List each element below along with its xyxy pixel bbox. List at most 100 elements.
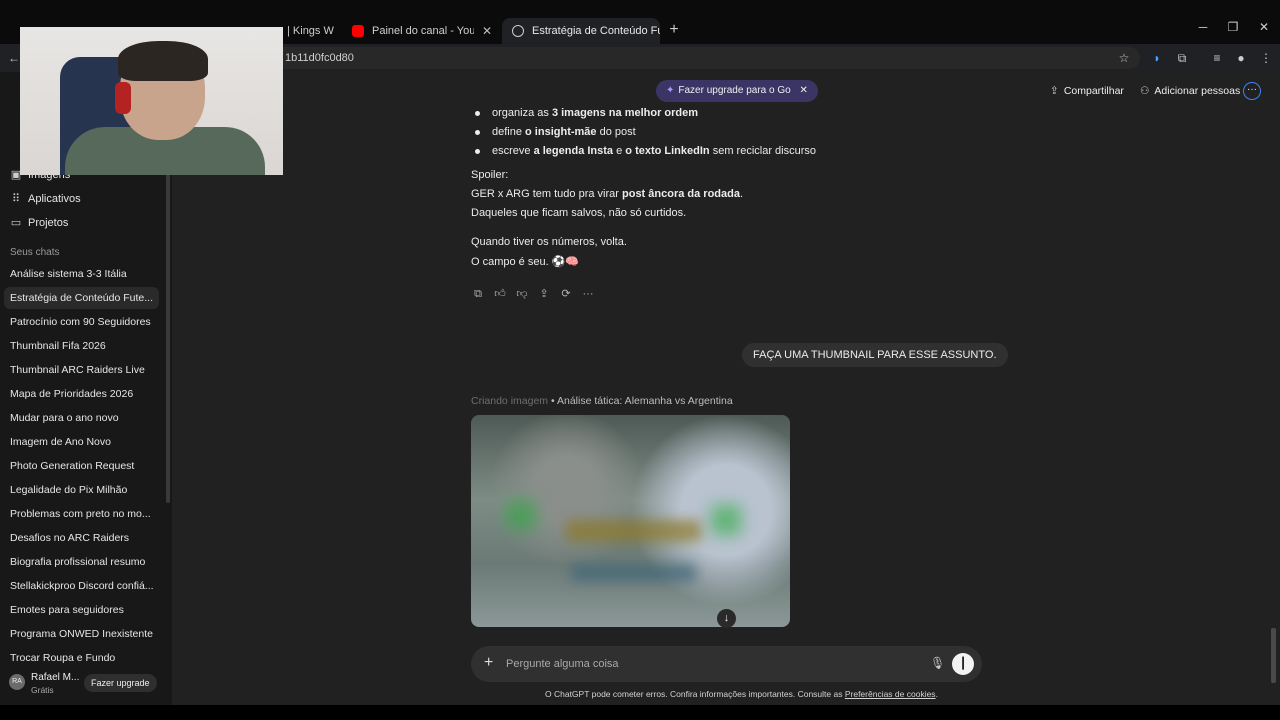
bold-text: post âncora da rodada (622, 188, 740, 200)
chat-item[interactable]: Problemas com preto no mo... (4, 503, 159, 525)
list-item: organiza as 3 imagens na melhor ordem (492, 107, 698, 119)
chat-item[interactable]: Emotes para seguidores (4, 599, 159, 621)
more-options-icon[interactable]: ··· (1243, 82, 1261, 100)
text: GER x ARG tem tudo pra virar (471, 188, 622, 200)
share-icon: ⇪ (1050, 85, 1059, 97)
chats-section-title: Seus chats (10, 247, 60, 258)
list-item: define o insight-mãe do post (492, 126, 636, 138)
sidebar-item-apps[interactable]: ⠿ Aplicativos (10, 192, 81, 205)
bold-text: a legenda Insta (533, 145, 614, 157)
copy-icon[interactable]: ⧉ (471, 287, 485, 301)
scroll-down-icon[interactable]: ↓ (717, 609, 736, 628)
chat-item[interactable]: Análise sistema 3-3 Itália (4, 263, 159, 285)
user-account[interactable]: RA Rafael M... Grátis Fazer upgrade (0, 665, 172, 705)
share-button[interactable]: ⇪ Compartilhar (1050, 85, 1124, 97)
user-plan: Grátis (31, 685, 54, 695)
chat-item[interactable]: Biografia profissional resumo (4, 551, 159, 573)
url-text[interactable]: 1b11d0fc0d80 (285, 52, 354, 64)
avatar: RA (9, 674, 25, 690)
message-actions: ⧉ 👍︎ 👎︎ ⇪ ⟳ ··· (471, 287, 595, 301)
sidebar-item-label: Projetos (28, 217, 69, 229)
generated-image-placeholder[interactable] (471, 415, 790, 627)
share-icon[interactable]: ⇪ (537, 287, 551, 301)
blur-shape (566, 520, 701, 542)
more-icon[interactable]: ··· (581, 287, 595, 301)
regenerate-icon[interactable]: ⟳ (559, 287, 573, 301)
chat-item[interactable]: Patrocínio com 90 Seguidores (4, 311, 159, 333)
minimize-icon[interactable]: ─ (1193, 20, 1213, 34)
share-label: Compartilhar (1063, 85, 1124, 97)
upgrade-button[interactable]: Fazer upgrade (84, 674, 157, 692)
restore-icon[interactable]: ❐ (1223, 20, 1243, 34)
bullet-dot (475, 149, 480, 154)
bottom-strip (0, 705, 1280, 720)
blur-shape (711, 505, 741, 535)
tab-label: Estratégia de Conteúdo Futebol (532, 25, 660, 37)
bullet-dot (475, 111, 480, 116)
creating-label: Criando imagem (471, 395, 549, 407)
text: . (739, 188, 744, 200)
close-icon[interactable]: ✕ (799, 85, 807, 96)
main-scrollbar[interactable] (1271, 628, 1276, 683)
spoiler-label: Spoiler: (471, 169, 509, 181)
disclaimer-text: O ChatGPT pode cometer erros. Confira in… (545, 689, 845, 699)
chatgpt-icon (512, 25, 524, 37)
chat-item[interactable]: Estratégia de Conteúdo Fute... (4, 287, 159, 309)
chat-item[interactable]: Thumbnail Fifa 2026 (4, 335, 159, 357)
chat-item[interactable]: Thumbnail ARC Raiders Live (4, 359, 159, 381)
webcam-overlay (20, 27, 283, 175)
cookie-preferences-link[interactable]: Preferências de cookies (845, 689, 936, 699)
upgrade-pill[interactable]: ✦ Fazer upgrade para o Go ✕ (656, 80, 818, 102)
composer: + 🎙︎ ┃ (471, 646, 982, 682)
text: organiza as (492, 107, 552, 119)
closing-line-2: O campo é seu. ⚽🧠 (471, 256, 580, 268)
media-control-icon[interactable]: ≡ (1209, 50, 1225, 66)
bold-text: 3 imagens na melhor ordem (551, 107, 699, 119)
text: sem reciclar discurso (709, 145, 816, 157)
add-people-button[interactable]: ⚇ Adicionar pessoas (1140, 85, 1240, 97)
apps-icon: ⠿ (11, 193, 21, 205)
new-tab-button[interactable]: + (664, 20, 684, 40)
bold-text: o texto LinkedIn (625, 145, 710, 157)
list-item: escreve a legenda Insta e o texto Linked… (492, 145, 816, 157)
creating-title: • Análise tática: Alemanha vs Argentina (548, 395, 733, 407)
bookmark-star-icon[interactable]: ☆ (1116, 50, 1132, 66)
upgrade-pill-label: Fazer upgrade para o Go (678, 85, 791, 96)
text: define (492, 126, 526, 138)
text: escreve (492, 145, 534, 157)
browser-tab-youtube[interactable]: Painel do canal - YouTube Studio ✕ (342, 18, 502, 44)
thumbs-up-icon[interactable]: 👍︎ (493, 287, 507, 301)
thumbs-down-icon[interactable]: 👎︎ (515, 287, 529, 301)
closing-line-1: Quando tiver os números, volta. (471, 236, 627, 248)
browser-menu-icon[interactable]: ⋮ (1258, 50, 1274, 66)
sidebar-item-projects[interactable]: ▭ Projetos (10, 216, 69, 229)
disclaimer: O ChatGPT pode cometer erros. Confira in… (545, 689, 938, 699)
chat-item[interactable]: Imagem de Ano Novo (4, 431, 159, 453)
spoiler-line: GER x ARG tem tudo pra virar post âncora… (471, 188, 743, 200)
chat-item[interactable]: Stellakickproo Discord confiá... (4, 575, 159, 597)
person-hair-shape (118, 41, 208, 81)
plus-icon[interactable]: + (484, 655, 493, 671)
chat-item[interactable]: Legalidade do Pix Milhão (4, 479, 159, 501)
add-people-label: Adicionar pessoas (1154, 85, 1241, 97)
browser-tab-chatgpt[interactable]: Estratégia de Conteúdo Futebol ✕ (502, 18, 660, 44)
extension-icon[interactable]: ◗ (1149, 50, 1165, 66)
extensions-puzzle-icon[interactable]: ⧉ (1174, 50, 1190, 66)
close-window-icon[interactable]: ✕ (1254, 20, 1274, 34)
tab-label: Painel do canal - YouTube Studio (372, 25, 474, 37)
chat-item[interactable]: Mapa de Prioridades 2026 (4, 383, 159, 405)
add-person-icon: ⚇ (1140, 85, 1150, 97)
youtube-icon (352, 25, 364, 37)
chat-item[interactable]: Desafios no ARC Raiders (4, 527, 159, 549)
chat-item[interactable]: Programa ONWED Inexistente (4, 623, 159, 645)
chat-item[interactable]: Mudar para o ano novo (4, 407, 159, 429)
close-icon[interactable]: ✕ (482, 24, 492, 38)
microphone-icon[interactable]: 🎙︎ (930, 656, 945, 670)
prompt-input[interactable] (506, 655, 906, 673)
voice-mode-icon[interactable]: ┃ (952, 653, 974, 675)
chat-item[interactable]: Photo Generation Request (4, 455, 159, 477)
headset-shape (115, 82, 131, 114)
bullet-dot (475, 130, 480, 135)
sparkle-icon: ✦ (666, 85, 675, 96)
profile-icon[interactable]: ● (1233, 50, 1249, 66)
